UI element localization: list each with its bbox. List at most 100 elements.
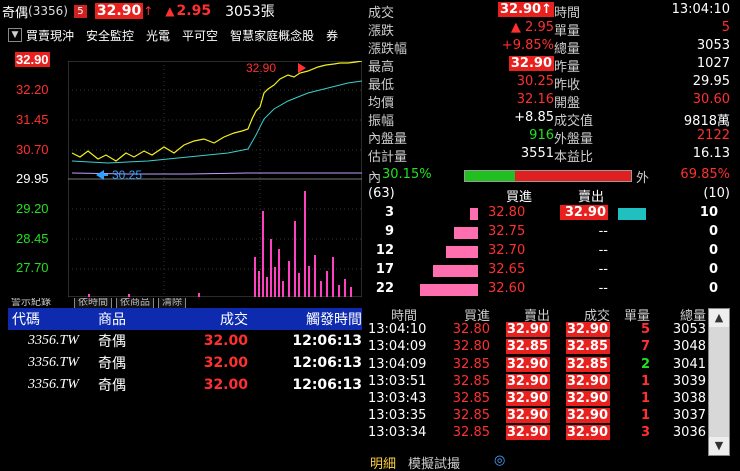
chevron-down-icon[interactable]: ▼ bbox=[8, 28, 22, 42]
ask-price[interactable]: -- bbox=[560, 243, 608, 258]
inner-label: 內 bbox=[368, 171, 382, 186]
outer-label: 外 bbox=[636, 171, 650, 186]
menu-item-daytrade[interactable]: 買賣現沖 bbox=[26, 27, 74, 44]
menu-item-safety[interactable]: 安全監控 bbox=[86, 27, 134, 44]
quote-label: 外盤量 bbox=[554, 132, 594, 147]
bid-price[interactable]: 32.60 bbox=[488, 281, 525, 296]
menu-item-smart-home[interactable]: 智慧家庭概念股 bbox=[230, 27, 314, 44]
alert-records-panel: 警示紀錄 依時間 依商品 清除 代碼 商品 成交 觸發時間 3356.TW 奇偶… bbox=[8, 298, 362, 471]
tick-qty: 1 bbox=[640, 390, 650, 406]
book-row[interactable]: 9 32.75 -- 0 bbox=[364, 224, 740, 242]
menu-item-short[interactable]: 平可空 bbox=[182, 27, 218, 44]
row-price: 32.00 bbox=[203, 377, 248, 393]
bid-depth-bar bbox=[433, 265, 478, 277]
quote-value: 3053 bbox=[696, 38, 730, 53]
price-change: 2.95 bbox=[176, 3, 212, 19]
row-time: 12:06:13 bbox=[292, 333, 362, 349]
intraday-chart[interactable]: 32.90 32.20 31.45 30.70 29.95 29.20 28.4… bbox=[0, 50, 362, 298]
total-volume: 3053張 bbox=[225, 4, 275, 20]
tick-header-price: 成交 bbox=[583, 309, 610, 324]
bid-price[interactable]: 32.75 bbox=[488, 224, 525, 239]
tick-price: 32.90 bbox=[566, 425, 610, 441]
quote-label: 內盤量 bbox=[368, 132, 408, 147]
refresh-icon[interactable]: ◎ bbox=[494, 453, 505, 468]
bid-depth-bar bbox=[470, 208, 478, 220]
book-header: (63) 買進 賣出 (10) bbox=[364, 186, 740, 205]
tick-time: 13:03:34 bbox=[368, 425, 427, 441]
quote-value: 29.95 bbox=[692, 74, 730, 89]
header-code[interactable]: 代碼 bbox=[8, 309, 98, 329]
tick-row[interactable]: 13:03:51 32.85 32.90 32.90 1 3039 bbox=[364, 373, 708, 391]
book-row[interactable]: 22 32.60 -- 0 bbox=[364, 281, 740, 299]
quote-label: 成交 bbox=[368, 6, 395, 21]
tick-row[interactable]: 13:04:09 32.85 32.90 32.85 2 3041 bbox=[364, 356, 708, 374]
tick-total: 3038 bbox=[672, 390, 706, 406]
tick-row[interactable]: 13:03:35 32.85 32.90 32.90 1 3037 bbox=[364, 408, 708, 425]
header-name[interactable]: 商品 bbox=[98, 309, 168, 329]
ask-price[interactable]: -- bbox=[560, 281, 608, 296]
bid-price[interactable]: 32.70 bbox=[488, 243, 525, 258]
tick-header-time: 時間 bbox=[390, 309, 417, 324]
book-row[interactable]: 3 32.80 32.90 10 bbox=[364, 205, 740, 223]
book-row[interactable]: 12 32.70 -- 0 bbox=[364, 243, 740, 261]
tab-simulate[interactable]: 模擬試撮 bbox=[408, 453, 460, 471]
row-code: 3356.TW bbox=[28, 377, 79, 392]
ask-price[interactable]: -- bbox=[560, 224, 608, 239]
tick-price: 32.90 bbox=[566, 322, 610, 338]
quote-value: ▲ 2.95 bbox=[510, 20, 554, 35]
scroll-up-icon[interactable]: ▲ bbox=[709, 309, 729, 327]
row-code: 3356.TW bbox=[28, 333, 79, 348]
tab-detail[interactable]: 明細 bbox=[370, 453, 396, 471]
quote-label: 均價 bbox=[368, 96, 395, 111]
tab-by-product[interactable]: 依商品 bbox=[116, 298, 154, 308]
quote-value: 32.16 bbox=[516, 92, 554, 107]
tick-time: 13:04:09 bbox=[368, 356, 427, 372]
ask-price[interactable]: 32.90 bbox=[560, 205, 608, 220]
tab-alert-records[interactable]: 警示紀錄 bbox=[8, 298, 54, 308]
bid-qty: 22 bbox=[375, 281, 394, 296]
inner-percent: 30.15% bbox=[382, 167, 432, 182]
ask-qty: 0 bbox=[708, 262, 718, 277]
book-row[interactable]: 17 32.65 -- 0 bbox=[364, 262, 740, 280]
menu-item-more[interactable]: 券 bbox=[326, 27, 338, 44]
bid-qty: 17 bbox=[375, 262, 394, 277]
tick-bid: 32.80 bbox=[452, 339, 490, 355]
menu-item-optoelectronics[interactable]: 光電 bbox=[146, 27, 170, 44]
clear-button[interactable]: 清除 bbox=[158, 298, 186, 308]
stock-badge[interactable]: 5 bbox=[73, 4, 87, 18]
tab-by-time[interactable]: 依時間 bbox=[74, 298, 112, 308]
bid-depth-bar bbox=[454, 227, 478, 239]
table-row[interactable]: 3356.TW 奇偶 32.00 12:06:13 bbox=[8, 352, 362, 374]
tick-price: 32.90 bbox=[566, 373, 610, 389]
quote-label: 振幅 bbox=[368, 114, 395, 129]
tick-row[interactable]: 13:04:09 32.80 32.85 32.85 7 3048 bbox=[364, 339, 708, 356]
ask-price[interactable]: -- bbox=[560, 262, 608, 277]
quote-row: 最低 30.25 昨收 29.95 bbox=[364, 74, 740, 93]
table-row[interactable]: 3356.TW 奇偶 32.00 12:06:13 bbox=[8, 374, 362, 396]
bid-header: 買進 bbox=[506, 190, 533, 205]
tick-qty: 1 bbox=[640, 373, 650, 389]
header-price[interactable]: 成交 bbox=[168, 309, 268, 329]
price-chart-plot[interactable]: 30.25 32.90 bbox=[68, 61, 362, 297]
tick-scrollbar[interactable]: ▲ ▼ bbox=[708, 308, 730, 456]
bid-price[interactable]: 32.65 bbox=[488, 262, 525, 277]
bid-price[interactable]: 32.80 bbox=[488, 205, 525, 220]
tick-row[interactable]: 13:03:43 32.85 32.90 32.90 1 3038 bbox=[364, 390, 708, 408]
table-row[interactable]: 3356.TW 奇偶 32.00 12:06:13 bbox=[8, 330, 362, 352]
scroll-down-icon[interactable]: ▼ bbox=[709, 437, 729, 455]
ratio-bar-outer bbox=[515, 171, 631, 181]
quote-value: +8.85 bbox=[514, 110, 554, 125]
tick-row[interactable]: 13:04:10 32.80 32.90 32.90 5 3053 bbox=[364, 322, 708, 339]
y-tick-label: 31.45 bbox=[16, 112, 49, 127]
tick-row[interactable]: 13:03:34 32.85 32.90 32.90 3 3036 bbox=[364, 425, 708, 442]
row-name: 奇偶 bbox=[98, 378, 126, 394]
bid-qty: 9 bbox=[384, 224, 394, 239]
quote-value: 3551 bbox=[520, 146, 554, 161]
quote-value: 32.90↑ bbox=[497, 2, 554, 17]
bid-count: (63) bbox=[368, 186, 395, 201]
tick-total: 3039 bbox=[672, 373, 706, 389]
order-book: (63) 買進 賣出 (10) 3 32.80 32.90 10 9 32.75 -- 0 12… bbox=[364, 186, 740, 300]
header-time[interactable]: 觸發時間 bbox=[268, 309, 362, 329]
quote-value: 16.13 bbox=[692, 146, 730, 161]
tick-time: 13:04:10 bbox=[368, 322, 427, 338]
